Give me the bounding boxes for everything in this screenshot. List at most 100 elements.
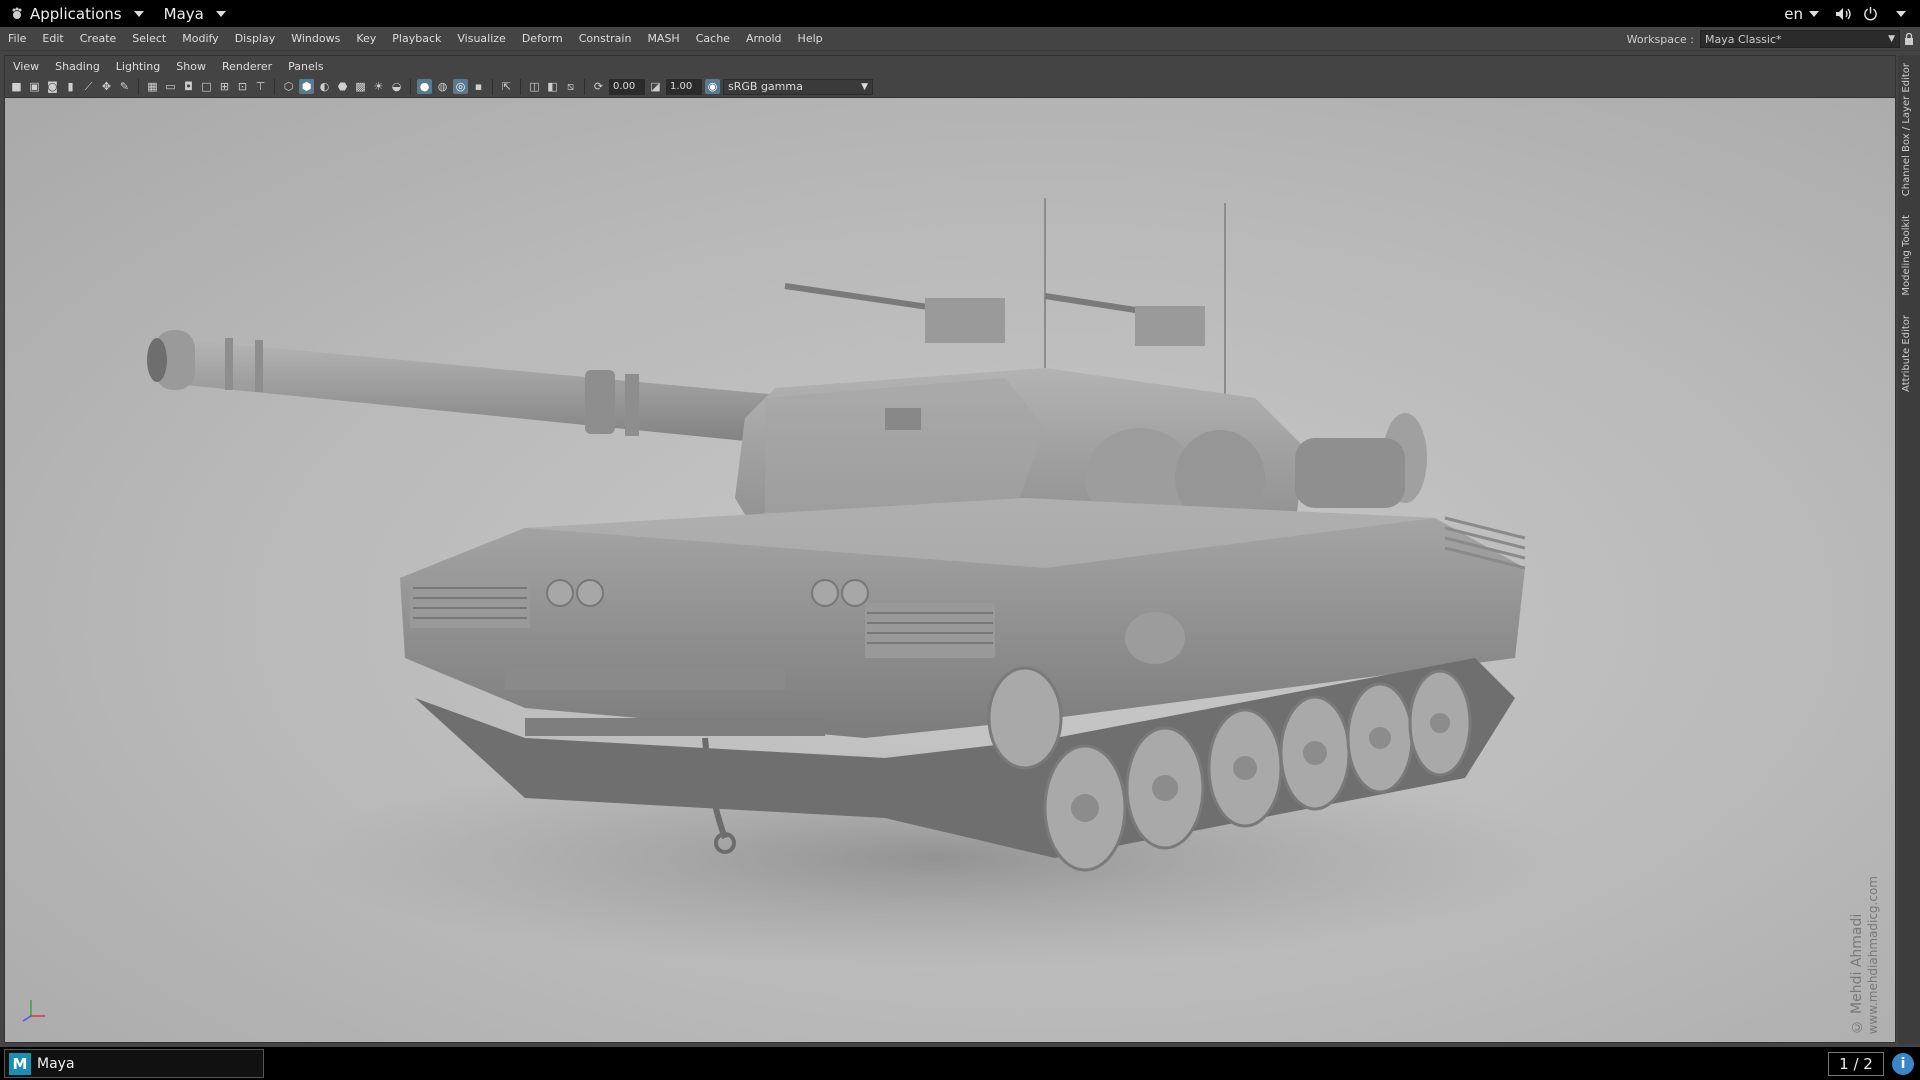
tab-channel-box[interactable]: Channel Box / Layer Editor <box>1901 63 1912 196</box>
workspace-pager[interactable]: 1 / 2 <box>1828 1052 1884 1076</box>
menu-arnold[interactable]: Arnold <box>738 32 790 45</box>
exposure-field[interactable]: 0.00 <box>609 78 645 95</box>
bookmark-icon[interactable]: ▮ <box>63 79 78 94</box>
lights-icon[interactable]: ☀ <box>371 79 386 94</box>
menu-visualize[interactable]: Visualize <box>449 32 513 45</box>
taskbar-item-label: Maya <box>37 1055 75 1072</box>
author-watermark: © Mehdi Ahmadi www.mehdiahmadicg.com <box>1849 876 1881 1034</box>
menu-file[interactable]: File <box>0 32 34 45</box>
panel-toolbar: ■ ▣ ◙ ▮ ⟋ ✥ ✎ ▦ ▭ ◘ □ ⊞ ⊡ ⊤ ⬡ ⬢ ◐ ⬣ ▩ ☀ … <box>5 76 1895 98</box>
tab-modeling-toolkit[interactable]: Modeling Toolkit <box>1901 215 1912 296</box>
power-icon <box>1864 6 1877 21</box>
menu-windows[interactable]: Windows <box>283 32 348 45</box>
screen-space-ao-icon[interactable]: ● <box>417 79 432 94</box>
resolution-gate-icon[interactable]: ◘ <box>181 79 196 94</box>
panel-menu-lighting[interactable]: Lighting <box>108 60 168 73</box>
menu-help[interactable]: Help <box>790 32 831 45</box>
depth-of-field-icon[interactable]: ▪ <box>471 79 486 94</box>
panel-menu-shading[interactable]: Shading <box>47 60 108 73</box>
menu-edit[interactable]: Edit <box>34 32 71 45</box>
menu-key[interactable]: Key <box>348 32 384 45</box>
wireframe-icon[interactable]: ⬡ <box>281 79 296 94</box>
menu-display[interactable]: Display <box>227 32 284 45</box>
menu-modify[interactable]: Modify <box>174 32 226 45</box>
system-status-area[interactable] <box>1827 0 1920 27</box>
textured-icon[interactable]: ▩ <box>353 79 368 94</box>
3d-viewport[interactable]: © Mehdi Ahmadi www.mehdiahmadicg.com <box>5 98 1895 1042</box>
film-gate-icon[interactable]: ▭ <box>163 79 178 94</box>
window-taskbar: M Maya 1 / 2 i <box>0 1047 1920 1080</box>
toolbar-separator <box>492 78 493 95</box>
image-plane-icon[interactable]: ⟋ <box>81 79 96 94</box>
exposure-icon[interactable]: ⟳ <box>591 79 606 94</box>
workspace-value: Maya Classic* <box>1705 32 1782 46</box>
gamma-icon[interactable]: ◪ <box>648 79 663 94</box>
menu-playback[interactable]: Playback <box>384 32 449 45</box>
menu-cache[interactable]: Cache <box>688 32 738 45</box>
info-icon[interactable]: i <box>1892 1053 1914 1075</box>
chevron-down-icon <box>133 10 144 17</box>
menu-mash[interactable]: MASH <box>639 32 687 45</box>
toolbar-separator <box>274 78 275 95</box>
language-selector[interactable]: en <box>1776 0 1827 27</box>
xray-joints-icon[interactable]: ⧅ <box>563 79 578 94</box>
toolbar-separator <box>138 78 139 95</box>
menu-constrain[interactable]: Constrain <box>571 32 640 45</box>
camera-icon[interactable]: ■ <box>9 79 24 94</box>
gamma-field[interactable]: 1.00 <box>666 78 702 95</box>
colorspace-select[interactable]: sRGB gamma ▼ <box>723 78 873 95</box>
chevron-down-icon <box>215 10 226 17</box>
safe-action-icon[interactable]: ⊡ <box>235 79 250 94</box>
menu-create[interactable]: Create <box>72 32 125 45</box>
colorspace-value: sRGB gamma <box>728 80 803 93</box>
grease-pencil-icon[interactable]: ✎ <box>117 79 132 94</box>
viewport-panel: View Shading Lighting Show Renderer Pane… <box>4 55 1896 1043</box>
applications-menu[interactable]: Applications <box>0 0 154 27</box>
camera-lock-icon[interactable]: ◙ <box>45 79 60 94</box>
maya-logo-icon: M <box>9 1052 31 1075</box>
panel-menu-show[interactable]: Show <box>168 60 214 73</box>
xray-icon[interactable]: ◫ <box>527 79 542 94</box>
workspace-area: Workspace : Maya Classic* ▼ <box>1627 27 1900 51</box>
lock-icon[interactable] <box>1904 33 1914 45</box>
motion-blur-icon[interactable]: ◍ <box>435 79 450 94</box>
applications-label: Applications <box>30 4 122 23</box>
panel-menu-renderer[interactable]: Renderer <box>214 60 280 73</box>
tank-model-render <box>147 198 1575 968</box>
dropdown-arrow-icon: ▼ <box>861 81 868 92</box>
panel-menu-view[interactable]: View <box>5 60 47 73</box>
gnome-foot-icon <box>12 7 22 19</box>
camera-attributes-icon[interactable]: ▣ <box>27 79 42 94</box>
language-label: en <box>1784 4 1803 23</box>
menu-deform[interactable]: Deform <box>514 32 571 45</box>
smooth-shade-icon[interactable]: ⬢ <box>299 79 314 94</box>
view-axis-icon <box>22 1000 45 1022</box>
grid-icon[interactable]: ▦ <box>145 79 160 94</box>
dropdown-arrow-icon: ▼ <box>1888 34 1895 44</box>
workspace-label: Workspace : <box>1626 32 1694 46</box>
taskbar-item-maya[interactable]: M Maya <box>4 1049 264 1078</box>
gate-mask-icon[interactable]: □ <box>199 79 214 94</box>
isolate-select-icon[interactable]: ⇱ <box>499 79 514 94</box>
chevron-down-icon <box>1896 10 1906 17</box>
two-d-pan-icon[interactable]: ✥ <box>99 79 114 94</box>
panel-menu-bar: View Shading Lighting Show Renderer Pane… <box>5 56 1895 76</box>
workspace-select[interactable]: Maya Classic* ▼ <box>1700 30 1900 48</box>
menu-select[interactable]: Select <box>124 32 174 45</box>
toolbar-separator <box>520 78 521 95</box>
app-menu-maya[interactable]: Maya <box>154 0 236 27</box>
tab-attribute-editor[interactable]: Attribute Editor <box>1901 315 1912 392</box>
side-tab-strip: Channel Box / Layer Editor Modeling Tool… <box>1898 55 1920 1045</box>
anti-aliasing-icon[interactable]: ◎ <box>453 79 468 94</box>
safe-title-icon[interactable]: ⊤ <box>253 79 268 94</box>
field-chart-icon[interactable]: ⊞ <box>217 79 232 94</box>
panel-menu-panels[interactable]: Panels <box>280 60 331 73</box>
watermark-author: © Mehdi Ahmadi <box>1849 913 1865 1034</box>
shadows-icon[interactable]: ◒ <box>389 79 404 94</box>
wireframe-on-shaded-icon[interactable]: ⬣ <box>335 79 350 94</box>
default-material-icon[interactable]: ◐ <box>317 79 332 94</box>
toolbar-separator <box>584 78 585 95</box>
xray-active-icon[interactable]: ◧ <box>545 79 560 94</box>
system-top-bar: Applications Maya en <box>0 0 1920 27</box>
color-management-icon[interactable]: ◉ <box>705 79 720 94</box>
